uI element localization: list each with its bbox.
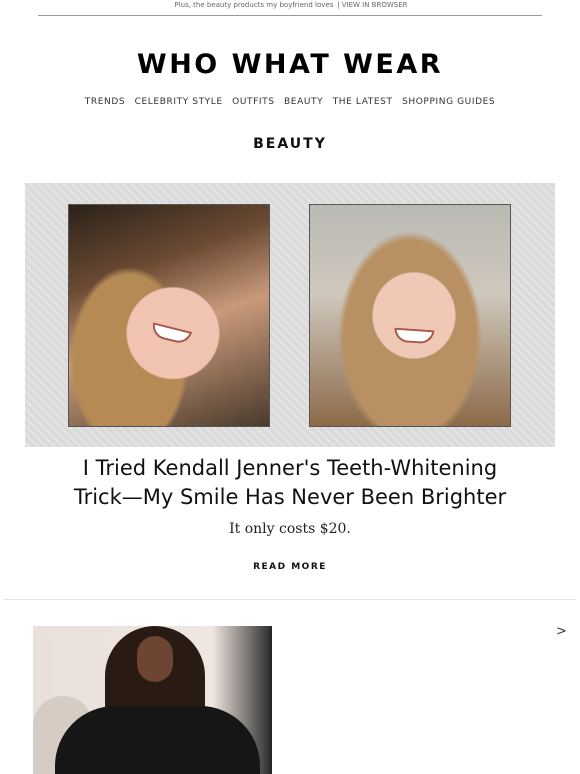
- headline-line-2[interactable]: Trick—My Smile Has Never Been Brighter: [40, 483, 540, 512]
- preheader: Plus, the beauty products my boyfriend l…: [38, 0, 542, 16]
- hero-image[interactable]: [25, 183, 555, 447]
- section-title: BEAUTY: [253, 136, 327, 152]
- read-more-button[interactable]: READ MORE: [253, 562, 327, 572]
- nav-item-shopping-guides[interactable]: SHOPPING GUIDES: [402, 97, 495, 107]
- headline-line-1[interactable]: I Tried Kendall Jenner's Teeth-Whitening: [40, 454, 540, 483]
- brand-logo[interactable]: WHO WHAT WEAR: [0, 48, 580, 82]
- nav-item-trends[interactable]: TRENDS: [85, 97, 125, 107]
- divider: [4, 599, 576, 600]
- nav-item-the-latest[interactable]: THE LATEST: [333, 97, 393, 107]
- preheader-text: Plus, the beauty products my boyfriend l…: [174, 1, 334, 9]
- carousel-next-icon[interactable]: >: [556, 624, 567, 639]
- smile-graphic: [149, 322, 193, 346]
- next-article-image[interactable]: [33, 626, 272, 774]
- hero-photo-left: [68, 204, 270, 427]
- smile-graphic: [393, 327, 435, 345]
- article-dek: It only costs $20.: [229, 521, 351, 537]
- view-in-browser-link[interactable]: VIEW IN BROWSER: [342, 1, 408, 9]
- article-headline[interactable]: I Tried Kendall Jenner's Teeth-Whitening…: [40, 454, 540, 512]
- nav-item-outfits[interactable]: OUTFITS: [232, 97, 274, 107]
- read-more-wrapper: READ MORE: [0, 562, 580, 572]
- nav-item-celebrity-style[interactable]: CELEBRITY STYLE: [135, 97, 223, 107]
- preheader-separator: |: [337, 1, 340, 9]
- hero-photo-right: [309, 204, 511, 427]
- leather-jacket-graphic: [55, 706, 260, 774]
- face-graphic: [137, 636, 173, 682]
- nav-item-beauty[interactable]: BEAUTY: [284, 97, 323, 107]
- main-nav: TRENDS CELEBRITY STYLE OUTFITS BEAUTY TH…: [0, 96, 580, 108]
